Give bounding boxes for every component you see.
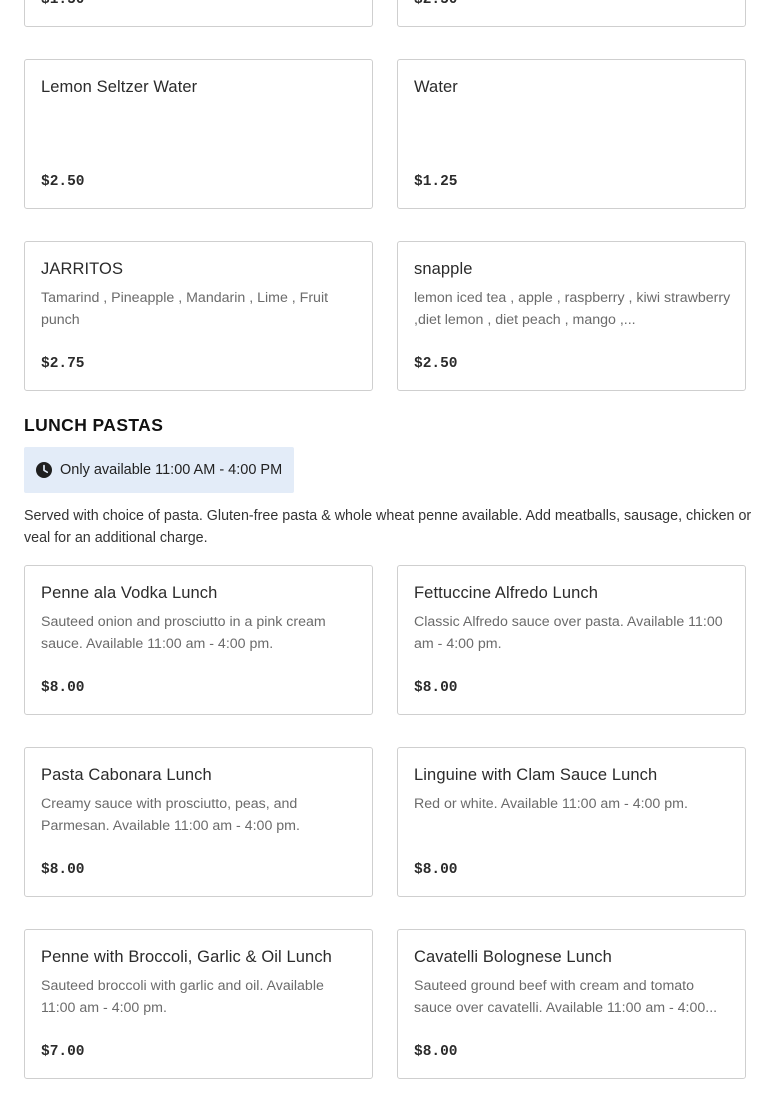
item-name: Linguine with Clam Sauce Lunch (414, 766, 658, 784)
item-price: $1.25 (414, 174, 458, 190)
menu-item-card[interactable]: $1.50 (24, 0, 373, 27)
menu-item-card[interactable]: Cavatelli Bolognese Lunch Sauteed ground… (397, 929, 746, 1079)
item-price: $8.00 (414, 680, 458, 696)
item-name: Water (414, 78, 458, 96)
item-description: Tamarind , Pineapple , Mandarin , Lime ,… (41, 290, 329, 328)
item-name: Cavatelli Bolognese Lunch (414, 948, 612, 966)
item-price: $8.00 (41, 862, 85, 878)
item-price: $1.50 (41, 0, 85, 8)
item-price: $2.50 (41, 174, 85, 190)
menu-item-card[interactable]: Linguine with Clam Sauce Lunch Red or wh… (397, 747, 746, 897)
item-price: $8.00 (414, 1044, 458, 1060)
item-name: Fettuccine Alfredo Lunch (414, 584, 599, 602)
item-description: Sauteed ground beef with cream and tomat… (414, 978, 718, 1016)
availability-badge: Only available 11:00 AM - 4:00 PM (24, 447, 294, 493)
item-name: snapple (414, 260, 473, 278)
item-price: $2.50 (414, 356, 458, 372)
item-description: Red or white. Available 11:00 am - 4:00 … (414, 796, 688, 812)
item-name: Lemon Seltzer Water (41, 78, 198, 96)
menu-item-card[interactable]: Pasta Cabonara Lunch Creamy sauce with p… (24, 747, 373, 897)
item-description: Sauteed broccoli with garlic and oil. Av… (41, 978, 324, 1016)
item-name: Pasta Cabonara Lunch (41, 766, 212, 784)
item-price: $8.00 (41, 680, 85, 696)
availability-text: Only available 11:00 AM - 4:00 PM (60, 462, 283, 478)
menu-item-card[interactable]: $2.50 (397, 0, 746, 27)
clock-icon (36, 462, 52, 478)
item-description: Creamy sauce with prosciutto, peas, and … (41, 796, 300, 834)
section-description: Served with choice of pasta. Gluten-free… (24, 508, 752, 546)
menu-item-card[interactable]: snapple lemon iced tea , apple , raspber… (397, 241, 746, 391)
menu-item-card[interactable]: Penne ala Vodka Lunch Sauteed onion and … (24, 565, 373, 715)
item-price: $8.00 (414, 862, 458, 878)
menu-item-card[interactable]: Water $1.25 (397, 59, 746, 209)
menu-item-card[interactable]: Fettuccine Alfredo Lunch Classic Alfredo… (397, 565, 746, 715)
menu-item-card[interactable]: JARRITOS Tamarind , Pineapple , Mandarin… (24, 241, 373, 391)
menu-page: $1.50 $2.50 Lemon Seltzer Water $2.50 Wa… (0, 0, 770, 1093)
section-title: LUNCH PASTAS (24, 415, 164, 435)
item-name: Penne ala Vodka Lunch (41, 584, 218, 602)
item-description: Sauteed onion and prosciutto in a pink c… (41, 614, 326, 652)
menu-item-card[interactable]: Lemon Seltzer Water $2.50 (24, 59, 373, 209)
item-price: $2.50 (414, 0, 458, 8)
item-description: lemon iced tea , apple , raspberry , kiw… (414, 290, 731, 328)
item-name: JARRITOS (41, 260, 124, 278)
menu-item-card[interactable]: Penne with Broccoli, Garlic & Oil Lunch … (24, 929, 373, 1079)
item-name: Penne with Broccoli, Garlic & Oil Lunch (41, 948, 332, 966)
item-price: $2.75 (41, 356, 85, 372)
item-price: $7.00 (41, 1044, 85, 1060)
item-description: Classic Alfredo sauce over pasta. Availa… (414, 614, 723, 652)
